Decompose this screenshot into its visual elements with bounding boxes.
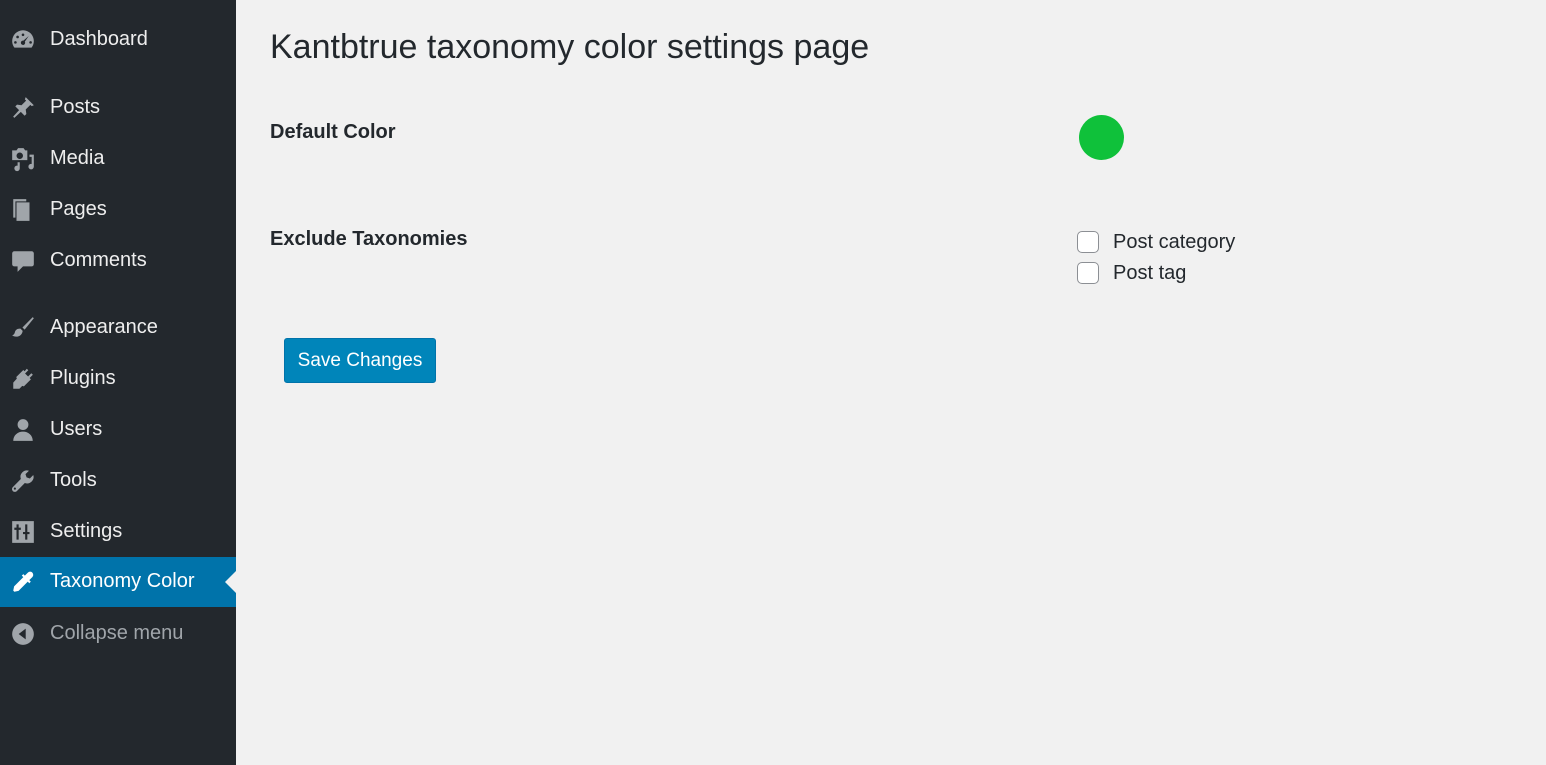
sidebar-item-label: Media: [50, 147, 105, 170]
post-category-checkbox[interactable]: [1077, 231, 1099, 253]
sidebar-item-label: Users: [50, 418, 103, 441]
sidebar-item-comments[interactable]: Comments: [0, 241, 236, 281]
sidebar-item-posts[interactable]: Posts: [0, 88, 236, 128]
sidebar-item-label: Posts: [50, 96, 101, 119]
save-changes-button[interactable]: Save Changes: [284, 338, 436, 383]
sidebar-item-label: Pages: [50, 198, 107, 221]
sidebar-item-label: Plugins: [50, 367, 116, 390]
sidebar-item-label: Taxonomy Color: [50, 570, 195, 593]
sidebar-item-tools[interactable]: Tools: [0, 461, 236, 501]
taxonomy-option-post-category[interactable]: Post category: [1077, 229, 1235, 255]
eyedropper-icon: [9, 568, 37, 596]
checkbox-label: Post category: [1113, 230, 1236, 253]
sidebar-item-label: Appearance: [50, 316, 158, 339]
admin-sidebar: Dashboard Posts Media Pages Comments App…: [0, 0, 236, 765]
sidebar-item-users[interactable]: Users: [0, 410, 236, 450]
sidebar-item-appearance[interactable]: Appearance: [0, 308, 236, 348]
sidebar-item-dashboard[interactable]: Dashboard: [0, 20, 236, 60]
sidebar-item-label: Collapse menu: [50, 622, 184, 645]
sidebar-item-label: Dashboard: [50, 28, 148, 51]
settings-icon: [9, 518, 37, 546]
sidebar-item-label: Comments: [50, 249, 147, 272]
pin-icon: [9, 94, 37, 122]
sidebar-item-label: Tools: [50, 469, 97, 492]
sidebar-item-label: Settings: [50, 520, 123, 543]
sidebar-item-media[interactable]: Media: [0, 139, 236, 179]
exclude-taxonomies-label: Exclude Taxonomies: [270, 228, 468, 250]
collapse-menu-button[interactable]: Collapse menu: [0, 614, 236, 654]
paintbrush-icon: [9, 314, 37, 342]
default-color-label: Default Color: [270, 121, 396, 143]
post-tag-checkbox[interactable]: [1077, 262, 1099, 284]
sidebar-item-plugins[interactable]: Plugins: [0, 359, 236, 399]
user-icon: [9, 416, 37, 444]
sidebar-item-pages[interactable]: Pages: [0, 190, 236, 230]
taxonomy-option-post-tag[interactable]: Post tag: [1077, 260, 1186, 286]
pages-icon: [9, 196, 37, 224]
checkbox-label: Post tag: [1113, 261, 1187, 284]
collapse-arrow-icon: [9, 620, 37, 648]
media-icon: [9, 145, 37, 173]
color-picker-swatch[interactable]: [1079, 115, 1124, 160]
dashboard-icon: [9, 26, 37, 54]
comment-icon: [9, 247, 37, 275]
wrench-icon: [9, 467, 37, 495]
main-content: Kantbtrue taxonomy color settings page D…: [236, 0, 1546, 765]
sidebar-item-settings[interactable]: Settings: [0, 512, 236, 552]
plugin-icon: [9, 365, 37, 393]
sidebar-item-taxonomy-color[interactable]: Taxonomy Color: [0, 557, 236, 607]
page-title: Kantbtrue taxonomy color settings page: [270, 28, 870, 66]
